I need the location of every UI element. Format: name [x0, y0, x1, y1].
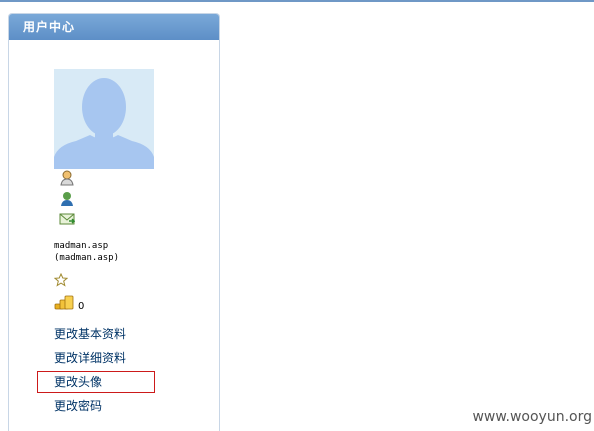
avatar	[54, 69, 154, 169]
panel-title: 用户中心	[9, 14, 219, 40]
watermark: www.wooyun.org	[472, 409, 592, 425]
edit-detailed-info-link[interactable]: 更改详细资料	[54, 351, 126, 365]
edit-basic-info-link[interactable]: 更改基本资料	[54, 327, 126, 341]
username-primary: madman.asp	[54, 241, 109, 251]
user-profile-icon[interactable]	[59, 170, 75, 186]
coin-count: 0	[78, 301, 85, 312]
username-secondary: (madman.asp)	[54, 253, 120, 263]
user-center-panel: 用户中心 madman.asp (madman.asp) 0 更改基本资料 更改…	[8, 13, 220, 431]
message-icon[interactable]	[59, 211, 75, 227]
silhouette-avatar-icon	[54, 69, 154, 169]
username: madman.asp (madman.asp)	[54, 240, 119, 264]
coins-icon	[54, 295, 74, 310]
star-icon	[54, 273, 68, 287]
highlight-box	[37, 371, 155, 393]
user-online-icon[interactable]	[59, 191, 75, 207]
change-password-link[interactable]: 更改密码	[54, 399, 102, 413]
top-divider	[0, 0, 594, 2]
